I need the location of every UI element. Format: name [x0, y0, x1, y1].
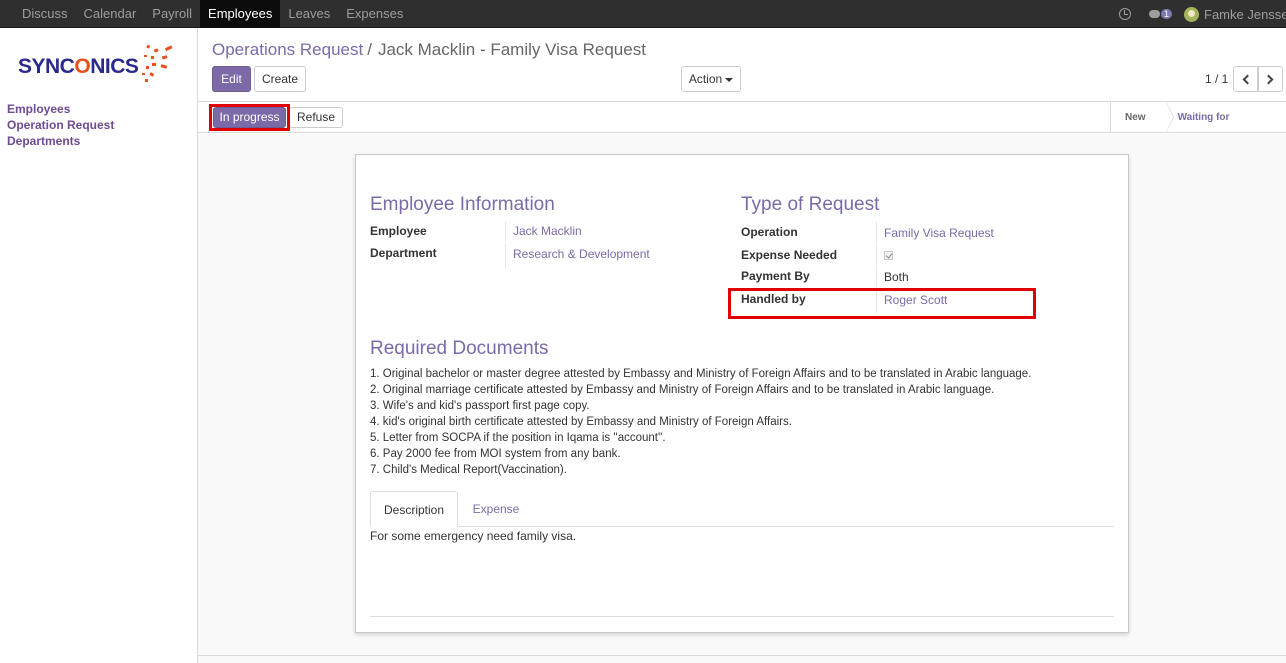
action-label: Action: [688, 72, 723, 86]
chevron-right-icon: [1263, 74, 1274, 85]
list-item: 7. Child's Medical Report(Vaccination).: [370, 464, 567, 476]
pager-value[interactable]: 1 / 1: [1205, 72, 1228, 86]
field-separator: [876, 245, 877, 265]
notebook-tabs: Description Expense: [370, 491, 1114, 527]
operation-label: Operation: [741, 225, 798, 239]
action-dropdown[interactable]: Action: [681, 66, 741, 92]
control-panel: Operations Request / Jack Macklin - Family…: [198, 29, 1286, 102]
sidebar-item-operation-request[interactable]: Operation Request: [7, 117, 114, 133]
stage-indicator: New Waiting for Approval: [1110, 101, 1286, 154]
breadcrumb: Operations Request / Jack Macklin - Family…: [212, 40, 646, 60]
expense-needed-checkbox[interactable]: [884, 251, 893, 260]
required-documents-list: 1. Original bachelor or master degree at…: [370, 366, 1031, 478]
breadcrumb-parent[interactable]: Operations Request: [212, 40, 363, 59]
refuse-button[interactable]: Refuse: [289, 107, 343, 128]
top-navbar: Discuss Calendar Payroll Employees Leave…: [0, 0, 1286, 28]
create-button[interactable]: Create: [254, 66, 306, 92]
chevron-left-icon: [1242, 74, 1253, 85]
app-menu: Discuss Calendar Payroll Employees Leave…: [14, 0, 411, 28]
field-separator: [876, 266, 877, 287]
menu-payroll[interactable]: Payroll: [144, 0, 200, 28]
sidebar-nav: Employees Operation Request Departments: [7, 101, 114, 149]
stage-new[interactable]: New: [1111, 101, 1174, 133]
form-view: Employee Information Employee Jack Mackl…: [198, 134, 1286, 663]
payment-by-label: Payment By: [741, 269, 810, 283]
employee-label: Employee: [370, 224, 427, 238]
logo-text: SYNCONICS: [18, 55, 139, 78]
menu-employees[interactable]: Employees: [200, 0, 281, 28]
field-separator: [505, 244, 506, 268]
caret-down-icon: [725, 77, 734, 82]
list-item: 5. Letter from SOCPA if the position in …: [370, 432, 666, 444]
menu-expenses[interactable]: Expenses: [338, 0, 411, 28]
list-item: 1. Original bachelor or master degree at…: [370, 368, 1032, 380]
messaging-button[interactable]: 1: [1148, 9, 1172, 19]
operation-value[interactable]: Family Visa Request: [884, 226, 994, 240]
highlight-box-handled-by: [728, 288, 1036, 319]
field-separator: [876, 222, 877, 244]
menu-leaves[interactable]: Leaves: [280, 0, 338, 28]
activity-clock-icon[interactable]: [1118, 8, 1131, 20]
list-item: 6. Pay 2000 fee from MOI system from any…: [370, 448, 621, 460]
field-separator: [505, 221, 506, 242]
highlight-box-in-progress: [209, 104, 290, 131]
employee-info-title: Employee Information: [370, 194, 555, 215]
menu-calendar[interactable]: Calendar: [76, 0, 145, 28]
list-item: 4. kid's original birth certificate atte…: [370, 416, 792, 428]
user-name[interactable]: Famke Jenssen: [1204, 7, 1286, 22]
form-sheet: Employee Information Employee Jack Mackl…: [355, 154, 1129, 633]
list-item: 2. Original marriage certificate atteste…: [370, 384, 995, 396]
list-item: 3. Wife's and kid's passport first page …: [370, 400, 590, 412]
divider: [198, 655, 1286, 656]
pager-next-button[interactable]: [1258, 66, 1283, 92]
sidebar: SYNCONICS Employees Operation Request De…: [0, 29, 198, 663]
tab-expense[interactable]: Expense: [470, 491, 522, 527]
pager-previous-button[interactable]: [1233, 66, 1258, 92]
payment-by-value: Both: [884, 270, 909, 284]
chat-count-badge: 1: [1160, 9, 1172, 19]
breadcrumb-separator: /: [367, 40, 372, 59]
required-documents-title: Required Documents: [370, 338, 549, 359]
edit-button[interactable]: Edit: [212, 66, 251, 92]
tab-description[interactable]: Description: [370, 491, 458, 527]
chat-bubble-icon: [1148, 10, 1160, 18]
description-text[interactable]: For some emergency need family visa.: [370, 529, 576, 543]
divider: [370, 616, 1114, 617]
logo-sparkle-icon: [142, 44, 173, 82]
sidebar-item-employees[interactable]: Employees: [7, 101, 114, 117]
sidebar-item-departments[interactable]: Departments: [7, 133, 114, 149]
department-label: Department: [370, 246, 437, 260]
menu-discuss[interactable]: Discuss: [14, 0, 76, 28]
status-bar: In progress Refuse New Waiting for Appro…: [198, 101, 1286, 154]
expense-needed-label: Expense Needed: [741, 248, 838, 262]
type-of-request-title: Type of Request: [741, 194, 880, 215]
breadcrumb-current: Jack Macklin - Family Visa Request: [377, 40, 646, 59]
user-avatar[interactable]: [1184, 6, 1199, 22]
employee-value[interactable]: Jack Macklin: [513, 224, 582, 238]
synconics-logo[interactable]: SYNCONICS: [18, 43, 183, 91]
stage-waiting-for-approval[interactable]: Waiting for Approval: [1168, 102, 1286, 154]
department-value[interactable]: Research & Development: [513, 247, 650, 261]
